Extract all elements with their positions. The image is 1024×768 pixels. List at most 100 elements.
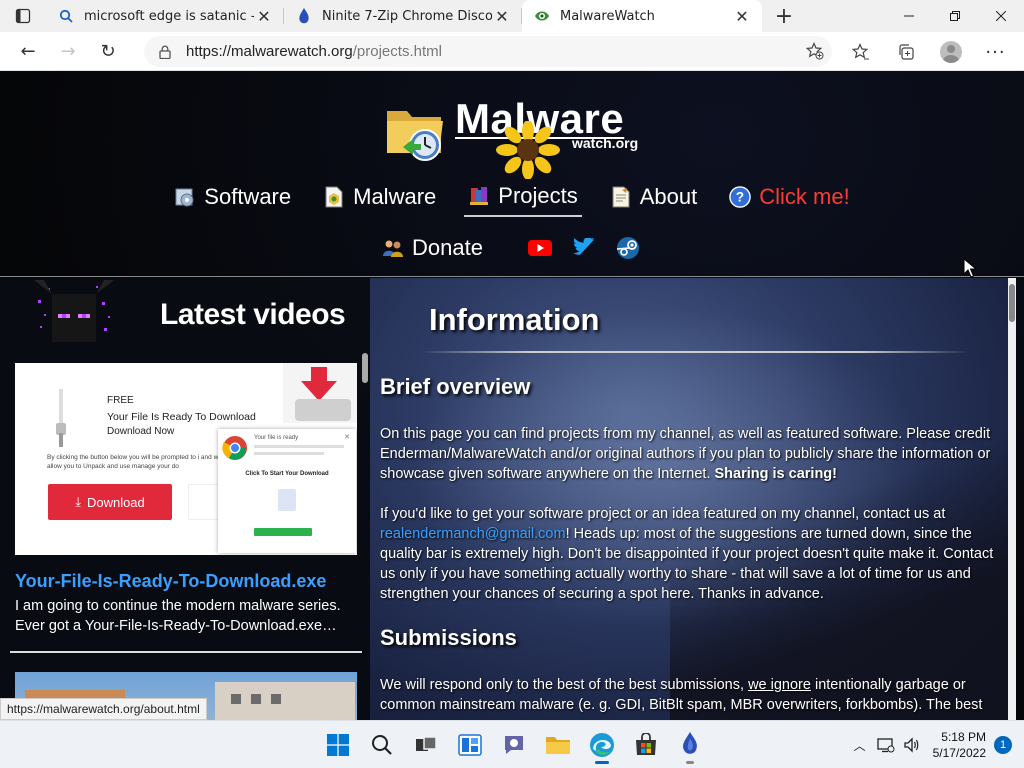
restore-icon: [950, 11, 960, 21]
secondary-nav: Donate: [382, 235, 641, 261]
close-icon: [996, 11, 1006, 21]
profile-button[interactable]: [928, 36, 973, 68]
malware-icon: [323, 186, 345, 208]
close-window-button[interactable]: [978, 0, 1024, 32]
videos-scrollbar-thumb[interactable]: [362, 353, 368, 383]
video-thumbnail[interactable]: FREE Your File Is Ready To Download Down…: [15, 363, 357, 555]
star-plus-icon: [805, 42, 824, 60]
notification-badge[interactable]: 1: [994, 736, 1012, 754]
we-ignore-text: we ignore: [748, 677, 811, 693]
nav-malware[interactable]: Malware: [319, 183, 440, 217]
tab-title: Ninite 7-Zip Chrome Discord Edg: [322, 8, 492, 24]
taskbar: ︿ 5:18 PM 5/17/2022 1: [0, 720, 1024, 768]
avatar: [939, 41, 962, 63]
ninite-icon: [296, 8, 312, 24]
clock-time: 5:18 PM: [941, 730, 986, 744]
file-explorer-button[interactable]: [538, 725, 578, 765]
twitter-icon: [572, 238, 595, 255]
forward-arrow-icon: →: [60, 40, 76, 62]
tab-actions-icon: [15, 8, 31, 24]
network-button[interactable]: [873, 737, 899, 753]
volume-button[interactable]: [899, 737, 925, 753]
folder-clock-icon: [387, 111, 443, 161]
new-tab-button[interactable]: +: [766, 0, 802, 32]
link-status-url: https://malwarewatch.org/about.html: [0, 698, 207, 720]
information-separator: [420, 351, 970, 353]
page-scrollbar-thumb[interactable]: [1009, 284, 1015, 322]
video-title-link[interactable]: Your-File-Is-Ready-To-Download.exe: [15, 571, 326, 592]
steam-icon: [616, 237, 639, 259]
task-view-button[interactable]: [406, 725, 446, 765]
brand-sub: watch.org: [572, 135, 639, 151]
thumb-download-button: ⤓ Download: [48, 484, 172, 520]
app-button[interactable]: [670, 725, 710, 765]
back-button[interactable]: ←: [8, 35, 48, 67]
nav-label: Donate: [412, 235, 483, 260]
start-button[interactable]: [318, 725, 358, 765]
thumb-popup: Your file is ready ✕ Click To Start Your…: [218, 429, 356, 553]
task-view-icon: [416, 736, 437, 751]
overview-paragraph-1: On this page you can find projects from …: [380, 424, 1010, 484]
close-tab-icon[interactable]: ✕: [732, 6, 752, 26]
add-favorite-button[interactable]: [805, 42, 824, 64]
youtube-link[interactable]: [527, 235, 553, 261]
nav-click-me[interactable]: ? Click me!: [725, 183, 853, 217]
youtube-icon: [527, 240, 552, 256]
plus-icon: +: [774, 3, 794, 29]
taskbar-apps: [318, 725, 710, 765]
search-icon: [58, 8, 74, 24]
tab-actions-button[interactable]: [0, 0, 46, 32]
show-hidden-icons-button[interactable]: ︿: [847, 737, 873, 754]
network-icon: [876, 738, 895, 753]
address-bar[interactable]: https://malwarewatch.org/projects.html: [144, 36, 832, 67]
chrome-icon: [222, 436, 247, 460]
tab-3[interactable]: MalwareWatch ✕: [522, 0, 762, 32]
overview-paragraph-2: If you'd like to get your software proje…: [380, 504, 1010, 604]
twitter-link[interactable]: [571, 235, 597, 261]
latest-videos-heading: Latest videos: [160, 298, 346, 331]
url-text: https://malwarewatch.org/projects.html: [186, 43, 442, 60]
store-button[interactable]: [626, 725, 666, 765]
chat-button[interactable]: [494, 725, 534, 765]
url-path: /projects.html: [352, 43, 442, 60]
steam-link[interactable]: [615, 235, 641, 261]
favorites-icon: [851, 43, 869, 60]
restore-button[interactable]: [932, 0, 978, 32]
submissions-heading: Submissions: [380, 625, 517, 650]
edge-button[interactable]: [582, 725, 622, 765]
taskbar-search-button[interactable]: [362, 725, 402, 765]
volume-icon: [903, 737, 918, 753]
nav-projects[interactable]: Projects: [464, 183, 582, 217]
nav-software[interactable]: Software: [170, 183, 295, 217]
sunflower-icon: [496, 121, 560, 179]
widgets-button[interactable]: [450, 725, 490, 765]
chevron-up-icon: ︿: [853, 738, 866, 753]
page-scrollbar[interactable]: [1008, 278, 1016, 720]
thumb-button-label: Download: [86, 494, 145, 510]
start-icon: [327, 734, 349, 756]
overview-heading: Brief overview: [380, 374, 531, 399]
nav-label: Software: [204, 184, 292, 209]
widgets-icon: [458, 734, 482, 756]
submissions-paragraph: We will respond only to the best of the …: [380, 675, 1010, 715]
refresh-icon: ↻: [100, 40, 116, 62]
close-tab-icon[interactable]: ✕: [254, 6, 274, 26]
tab-2[interactable]: Ninite 7-Zip Chrome Discord Edg ✕: [284, 0, 522, 32]
site-logo[interactable]: Malware watch.org: [385, 95, 645, 181]
nav-donate[interactable]: Donate: [382, 235, 483, 261]
people-icon: [382, 237, 404, 259]
favorites-button[interactable]: [838, 36, 883, 68]
nav-about[interactable]: About: [606, 183, 702, 217]
settings-menu-button[interactable]: ···: [973, 36, 1018, 68]
close-tab-icon[interactable]: ✕: [492, 6, 512, 26]
tab-1[interactable]: microsoft edge is satanic - Searc ✕: [46, 0, 284, 32]
refresh-button[interactable]: ↻: [88, 35, 128, 67]
email-link[interactable]: realendermanch@gmail.com: [380, 526, 566, 542]
popup-close-icon: ✕: [344, 433, 350, 441]
more-icon: ···: [985, 41, 1006, 63]
forward-button[interactable]: →: [48, 35, 88, 67]
collections-button[interactable]: [883, 36, 928, 68]
clock[interactable]: 5:18 PM 5/17/2022: [933, 729, 986, 761]
minimize-button[interactable]: [886, 0, 932, 32]
download-icon: ⤓: [75, 494, 81, 509]
